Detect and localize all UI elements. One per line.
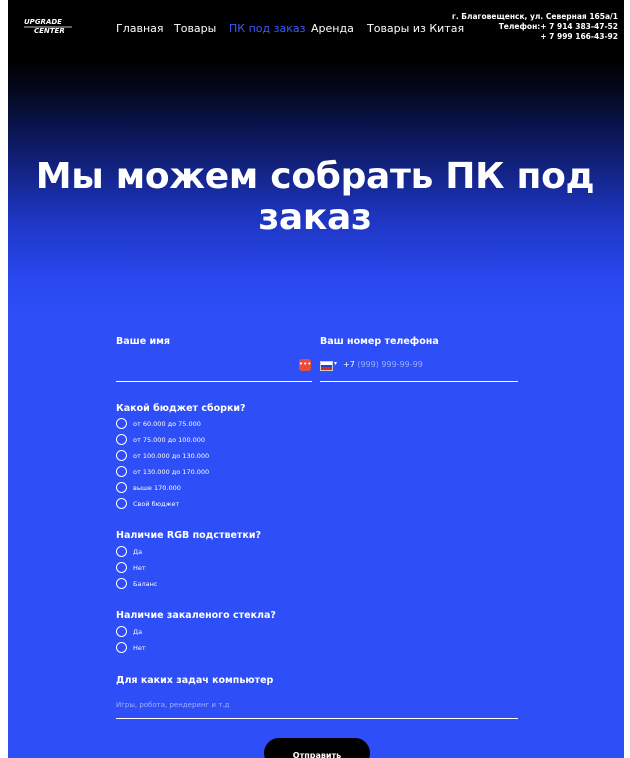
phone-placeholder: (999) 999-99-99 [357,360,423,369]
budget-option[interactable]: от 130.000 до 170.000 [116,465,209,478]
nav-item-china-goods[interactable]: Товары из Китая [367,22,464,35]
phone-2[interactable]: + 7 999 166-43-92 [452,32,618,42]
tasks-input[interactable]: Игры, робота, рендеринг и т.д [116,701,229,709]
budget-option[interactable]: от 100.000 до 130.000 [116,449,209,462]
budget-option[interactable]: от 75.000 до 100.000 [116,433,205,446]
svg-text:CENTER: CENTER [34,27,65,35]
name-label: Ваше имя [116,336,171,347]
phone-input[interactable]: +7 (999) 999-99-99 [343,360,423,369]
name-input[interactable] [116,381,312,382]
frame-left [0,0,8,758]
russia-flag-icon[interactable] [320,361,333,371]
address: г. Благовещенск, ул. Северная 165а/1 [451,12,618,21]
chevron-down-icon[interactable]: ▾ [334,360,337,367]
radio-button[interactable] [116,546,127,557]
svg-text:UPGRADE: UPGRADE [24,18,62,26]
radio-button[interactable] [116,434,127,445]
tasks-question: Для каких задач компьютер [116,675,274,686]
rgb-question: Наличие RGB подстветки? [116,530,262,541]
contacts: г. Благовещенск, ул. Северная 165а/1 Тел… [452,12,618,42]
frame-right [624,0,630,758]
radio-button[interactable] [116,450,127,461]
upgrade-center-logo[interactable]: UPGRADE CENTER [22,15,76,37]
phone-prefix: +7 [343,360,355,369]
tasks-underline [116,718,518,719]
budget-option[interactable]: выше 170.000 [116,481,181,494]
glass-option[interactable]: Да [116,625,142,638]
radio-button[interactable] [116,482,127,493]
nav-item-products[interactable]: Товары [174,22,216,35]
rgb-option[interactable]: Баланс [116,577,157,590]
budget-option[interactable]: Свой бюджет [116,497,179,510]
budget-question: Какой бюджет сборки? [116,403,246,414]
phone-underline [320,381,518,382]
radio-button[interactable] [116,642,127,653]
nav-item-home[interactable]: Главная [116,22,164,35]
rgb-option[interactable]: Нет [116,561,146,574]
radio-button[interactable] [116,562,127,573]
radio-button[interactable] [116,578,127,589]
phone-1[interactable]: Телефон:+ 7 914 383-47-52 [452,22,618,32]
radio-button[interactable] [116,626,127,637]
radio-button[interactable] [116,418,127,429]
autofill-badge-icon[interactable]: ••• [299,359,311,371]
glass-question: Наличие закаленого стекла? [116,610,276,621]
page: UPGRADE CENTER Главная Товары ПК под зак… [0,0,630,758]
submit-button[interactable]: Отправить [264,738,370,758]
rgb-option[interactable]: Да [116,545,142,558]
phone-label: Ваш номер телефона [320,336,439,347]
header: UPGRADE CENTER Главная Товары ПК под зак… [8,0,624,56]
hero-title: Мы можем собрать ПК под заказ [35,156,595,238]
radio-button[interactable] [116,498,127,509]
glass-option[interactable]: Нет [116,641,146,654]
nav-item-custom-pc[interactable]: ПК под заказ [229,22,305,35]
nav-item-rent[interactable]: Аренда [311,22,354,35]
radio-button[interactable] [116,466,127,477]
budget-option[interactable]: от 60.000 до 75.000 [116,417,201,430]
